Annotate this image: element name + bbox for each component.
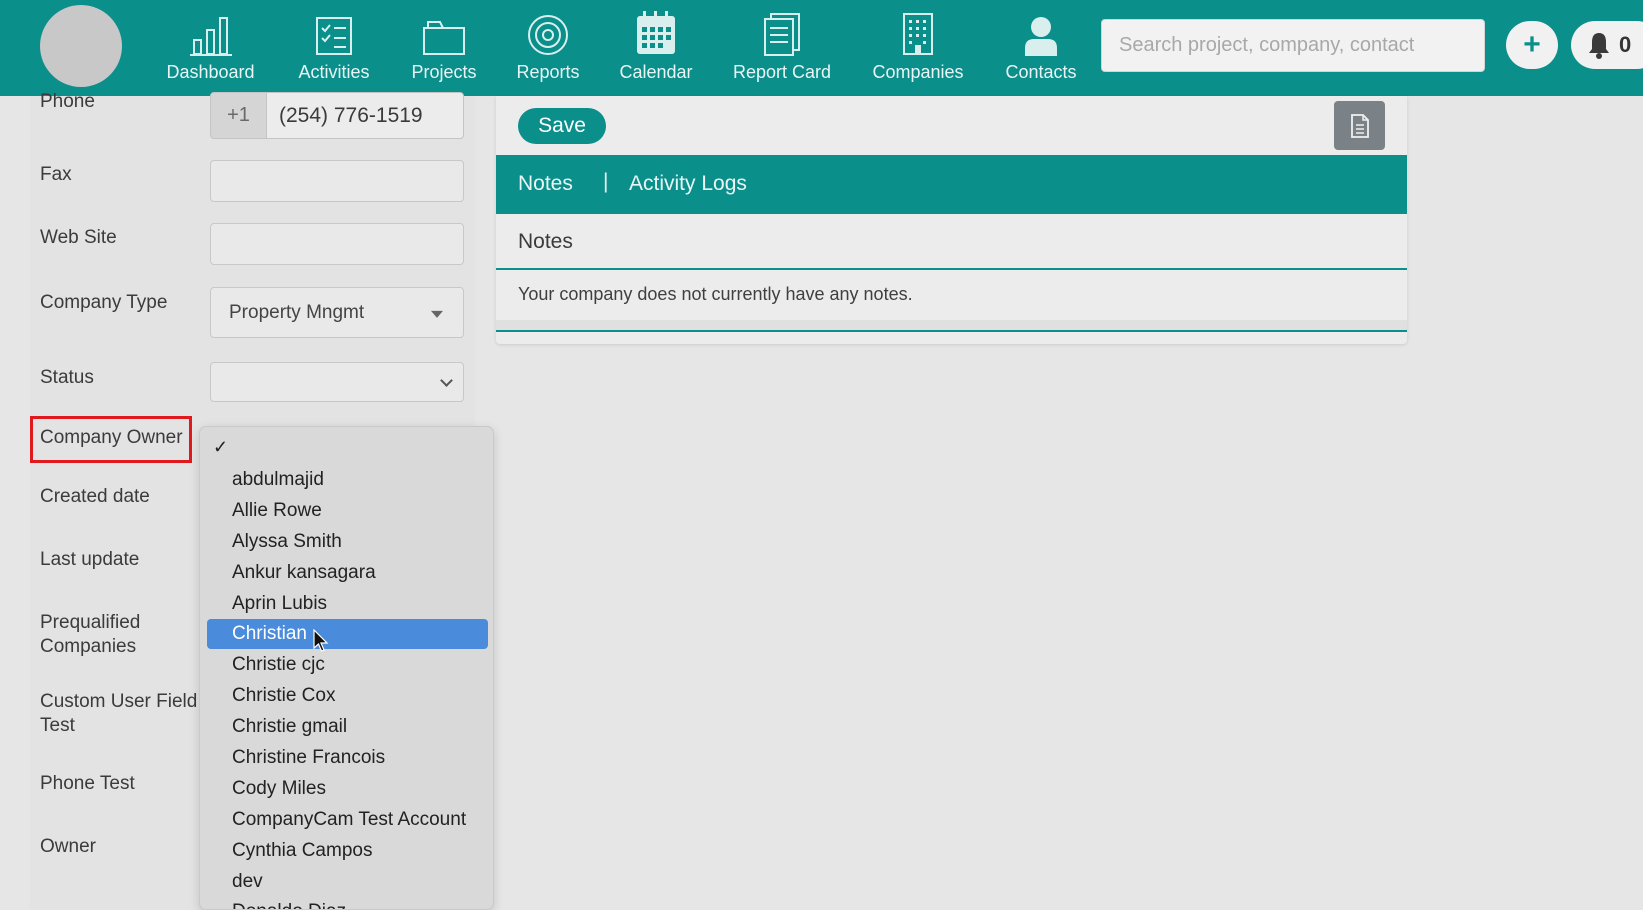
person-icon bbox=[1025, 17, 1057, 56]
save-button[interactable]: Save bbox=[518, 108, 606, 144]
nav-dashboard[interactable]: Dashboard bbox=[163, 12, 258, 88]
owner-option[interactable]: dev bbox=[207, 867, 488, 897]
nav-projects-label: Projects bbox=[411, 62, 477, 82]
website-input[interactable] bbox=[210, 223, 464, 265]
last-update-label: Last update bbox=[40, 549, 140, 570]
user-avatar[interactable] bbox=[40, 5, 122, 87]
owner-label: Owner bbox=[40, 836, 96, 857]
building-icon bbox=[903, 13, 933, 55]
owner-option-selected[interactable]: Christian bbox=[207, 619, 488, 649]
calendar-icon bbox=[637, 11, 675, 54]
company-owner-highlight-box bbox=[30, 416, 192, 463]
nav-companies[interactable]: Companies bbox=[868, 12, 968, 88]
owner-option[interactable]: Christie gmail bbox=[207, 712, 488, 742]
company-type-value: Property Mngmt bbox=[229, 301, 365, 323]
phone-test-label: Phone Test bbox=[40, 773, 135, 794]
website-label: Web Site bbox=[40, 227, 117, 248]
global-search-input[interactable] bbox=[1101, 19, 1485, 72]
notification-count: 0 bbox=[1619, 32, 1632, 57]
nav-activities-label: Activities bbox=[298, 62, 370, 82]
owner-option[interactable]: Christie Cox bbox=[207, 681, 488, 711]
status-label: Status bbox=[40, 367, 94, 388]
nav-dashboard-label: Dashboard bbox=[166, 62, 255, 82]
owner-option[interactable]: Christine Francois bbox=[207, 743, 488, 773]
report-card-icon bbox=[764, 13, 800, 56]
add-new-button[interactable]: + bbox=[1506, 21, 1558, 69]
owner-option[interactable]: Cynthia Campos bbox=[207, 836, 488, 866]
folder-icon bbox=[423, 21, 465, 55]
nav-reports[interactable]: Reports bbox=[512, 12, 584, 88]
owner-option[interactable]: Cody Miles bbox=[207, 774, 488, 804]
notes-footer-divider bbox=[496, 330, 1407, 332]
document-button[interactable] bbox=[1334, 101, 1385, 150]
fax-input[interactable] bbox=[210, 160, 464, 202]
notes-section-title: Notes bbox=[518, 230, 573, 253]
owner-option[interactable]: Donaldo Diaz bbox=[207, 897, 488, 909]
company-type-select[interactable]: Property Mngmt bbox=[210, 287, 464, 338]
nav-activities[interactable]: Activities bbox=[289, 12, 379, 88]
owner-option[interactable]: Christie cjc bbox=[207, 650, 488, 680]
owner-option[interactable]: Ankur kansagara bbox=[207, 558, 488, 588]
prequalified-label-line1: Prequalified bbox=[40, 612, 141, 633]
phone-label: Phone bbox=[40, 91, 95, 112]
document-icon bbox=[1350, 113, 1369, 138]
plus-icon: + bbox=[1523, 28, 1541, 61]
tab-separator: | bbox=[603, 170, 609, 193]
nav-report-card-label: Report Card bbox=[732, 62, 832, 82]
owner-option[interactable]: Allie Rowe bbox=[207, 496, 488, 526]
nav-reports-label: Reports bbox=[516, 62, 580, 82]
notes-card bbox=[496, 96, 1407, 344]
created-date-label: Created date bbox=[40, 486, 150, 507]
status-select[interactable] bbox=[210, 362, 464, 402]
bar-chart-icon bbox=[189, 17, 232, 56]
phone-input[interactable]: (254) 776-1519 bbox=[266, 92, 464, 139]
checklist-icon bbox=[316, 17, 352, 55]
owner-option[interactable]: Alyssa Smith bbox=[207, 527, 488, 557]
nav-contacts[interactable]: Contacts bbox=[1000, 12, 1082, 88]
top-navbar: Dashboard Activities Projects Reports Ca… bbox=[0, 0, 1643, 96]
chevron-down-icon bbox=[440, 374, 453, 387]
caret-down-icon bbox=[431, 310, 443, 318]
nav-calendar-label: Calendar bbox=[619, 62, 693, 82]
owner-option[interactable]: abdulmajid bbox=[207, 465, 488, 495]
checkmark-icon: ✓ bbox=[213, 437, 229, 457]
tab-activity-logs[interactable]: Activity Logs bbox=[629, 172, 747, 196]
nav-projects[interactable]: Projects bbox=[405, 12, 483, 88]
fax-label: Fax bbox=[40, 164, 72, 185]
notes-divider bbox=[496, 268, 1407, 270]
target-icon bbox=[528, 15, 568, 55]
custom-field-label-line2: Test bbox=[40, 715, 75, 736]
nav-report-card[interactable]: Report Card bbox=[728, 12, 836, 88]
nav-contacts-label: Contacts bbox=[1005, 62, 1077, 82]
phone-country-code[interactable]: +1 bbox=[210, 92, 267, 139]
nav-calendar[interactable]: Calendar bbox=[614, 11, 698, 88]
notes-empty-message: Your company does not currently have any… bbox=[518, 284, 913, 304]
tab-notes[interactable]: Notes bbox=[518, 172, 573, 196]
bell-icon bbox=[1589, 33, 1609, 59]
notifications-button[interactable]: 0 bbox=[1571, 21, 1643, 69]
company-type-label: Company Type bbox=[40, 292, 168, 313]
company-owner-dropdown-list[interactable]: ✓ abdulmajid Allie Rowe Alyssa Smith Ank… bbox=[199, 426, 494, 910]
nav-companies-label: Companies bbox=[872, 62, 964, 82]
owner-option[interactable]: Aprin Lubis bbox=[207, 589, 488, 619]
mouse-pointer-icon bbox=[313, 629, 329, 652]
custom-field-label-line1: Custom User Field bbox=[40, 691, 198, 712]
prequalified-label-line2: Companies bbox=[40, 636, 137, 657]
owner-option[interactable]: CompanyCam Test Account bbox=[207, 805, 488, 835]
